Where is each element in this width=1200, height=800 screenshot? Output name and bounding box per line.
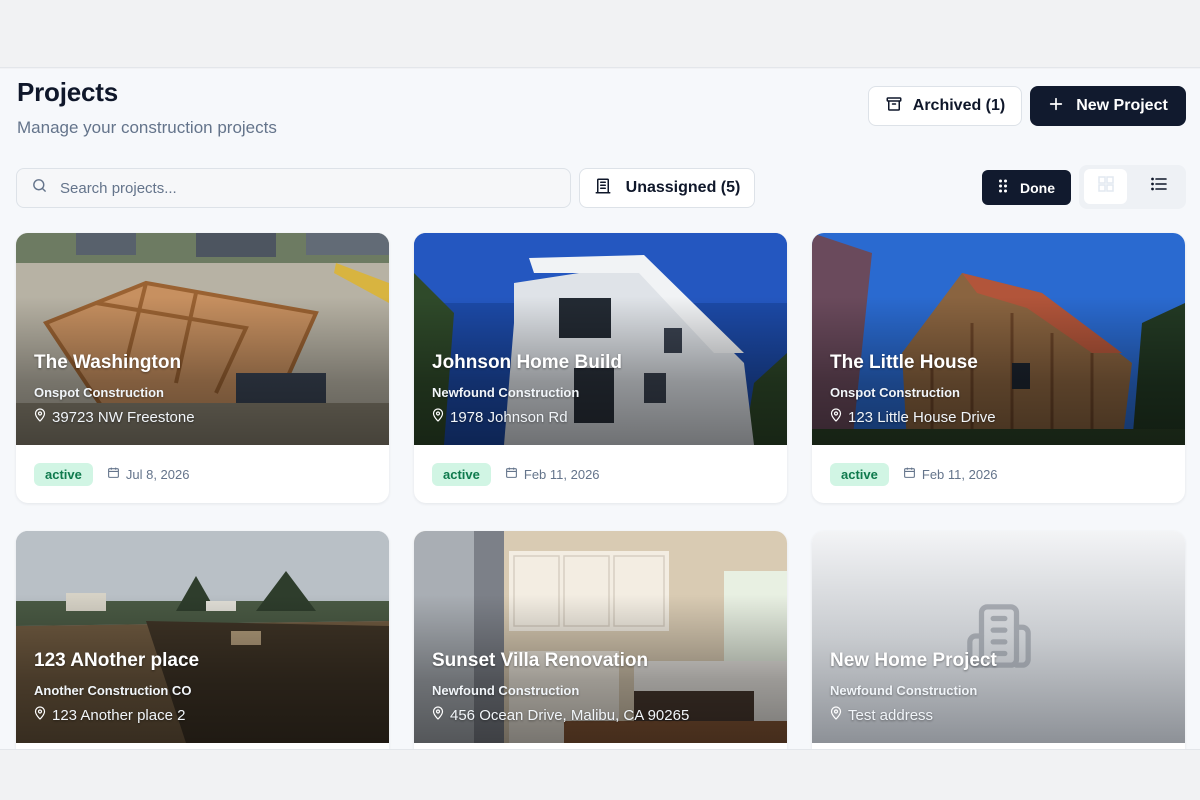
- page-title: Projects: [17, 77, 119, 107]
- project-address: 1978 Johnson Rd: [432, 408, 568, 426]
- map-pin-icon: [830, 706, 842, 724]
- building-icon: [594, 177, 612, 200]
- list-view-icon: [1150, 177, 1167, 196]
- project-address-text: 123 Little House Drive: [848, 408, 996, 426]
- search-icon: [31, 177, 48, 199]
- page-subtitle: Manage your construction projects: [17, 118, 277, 137]
- project-card[interactable]: The Little House Onspot Construction 123…: [812, 233, 1185, 503]
- project-address-text: 39723 NW Freestone: [52, 408, 195, 426]
- unassigned-button[interactable]: Unassigned (5): [579, 168, 755, 208]
- projects-page: Projects Manage your construction projec…: [0, 69, 1200, 749]
- unassigned-button-label: Unassigned (5): [625, 179, 741, 196]
- project-date: Feb 11, 2026: [903, 466, 998, 482]
- grid-view-button[interactable]: [1084, 169, 1127, 204]
- project-title: Sunset Villa Renovation: [432, 650, 649, 671]
- project-company: Onspot Construction: [34, 385, 164, 400]
- project-address-text: 456 Ocean Drive, Malibu, CA 90265: [450, 706, 690, 724]
- calendar-icon: [107, 466, 120, 482]
- project-card[interactable]: New Home Project Newfound Construction T…: [812, 531, 1185, 749]
- project-address-text: 123 Another place 2: [52, 706, 186, 724]
- plus-icon: [1048, 96, 1064, 117]
- project-company: Newfound Construction: [432, 385, 580, 400]
- project-title: Johnson Home Build: [432, 352, 622, 373]
- done-button-label: Done: [1020, 179, 1055, 196]
- grid-view-icon: [1097, 176, 1114, 197]
- map-pin-icon: [432, 706, 444, 724]
- new-project-button-label: New Project: [1076, 97, 1168, 114]
- done-button[interactable]: Done: [982, 170, 1071, 205]
- project-company: Newfound Construction: [830, 683, 978, 698]
- bottom-bar: [0, 749, 1200, 800]
- map-pin-icon: [830, 408, 842, 426]
- status-badge: active: [432, 462, 491, 486]
- project-card[interactable]: 123 ANother place Another Construction C…: [16, 531, 389, 749]
- card-footer: active Jul 8, 2026: [16, 445, 389, 503]
- list-view-button[interactable]: [1137, 169, 1180, 204]
- project-date-text: Feb 11, 2026: [921, 466, 998, 482]
- status-badge: active: [830, 462, 889, 486]
- project-card[interactable]: The Washington Onspot Construction 39723…: [16, 233, 389, 503]
- calendar-icon: [903, 466, 916, 482]
- status-badge: active: [34, 462, 93, 486]
- project-address-text: 1978 Johnson Rd: [450, 408, 568, 426]
- project-date: Jul 8, 2026: [107, 466, 190, 482]
- project-address: 456 Ocean Drive, Malibu, CA 90265: [432, 706, 689, 724]
- project-title: The Little House: [830, 352, 978, 373]
- project-card[interactable]: Sunset Villa Renovation Newfound Constru…: [414, 531, 787, 749]
- search-input[interactable]: [60, 179, 540, 197]
- project-address: 123 Another place 2: [34, 706, 185, 724]
- project-company: Onspot Construction: [830, 385, 960, 400]
- archived-button-label: Archived (1): [912, 97, 1006, 114]
- project-title: 123 ANother place: [34, 650, 200, 671]
- project-date-text: Jul 8, 2026: [125, 466, 190, 482]
- map-pin-icon: [34, 408, 46, 426]
- project-card[interactable]: Johnson Home Build Newfound Construction…: [414, 233, 787, 503]
- archive-icon: [885, 95, 903, 118]
- project-address: 123 Little House Drive: [830, 408, 996, 426]
- new-project-button[interactable]: New Project: [1030, 86, 1186, 126]
- project-title: The Washington: [34, 352, 182, 373]
- card-footer: active Feb 11, 2026: [812, 445, 1185, 503]
- project-date-text: Feb 11, 2026: [523, 466, 600, 482]
- search-bar: [16, 168, 571, 208]
- top-bar: [0, 0, 1200, 68]
- archived-button[interactable]: Archived (1): [868, 86, 1022, 126]
- project-date: Feb 11, 2026: [505, 466, 600, 482]
- project-address: Test address: [830, 706, 933, 724]
- project-company: Newfound Construction: [432, 683, 580, 698]
- project-address-text: Test address: [848, 706, 934, 724]
- project-title: New Home Project: [830, 650, 997, 671]
- card-footer: active Feb 11, 2026: [414, 445, 787, 503]
- view-toggle: [1079, 165, 1186, 209]
- calendar-icon: [505, 466, 518, 482]
- map-pin-icon: [34, 706, 46, 724]
- grip-icon: [998, 179, 1008, 196]
- project-address: 39723 NW Freestone: [34, 408, 195, 426]
- map-pin-icon: [432, 408, 444, 426]
- project-company: Another Construction CO: [34, 683, 192, 698]
